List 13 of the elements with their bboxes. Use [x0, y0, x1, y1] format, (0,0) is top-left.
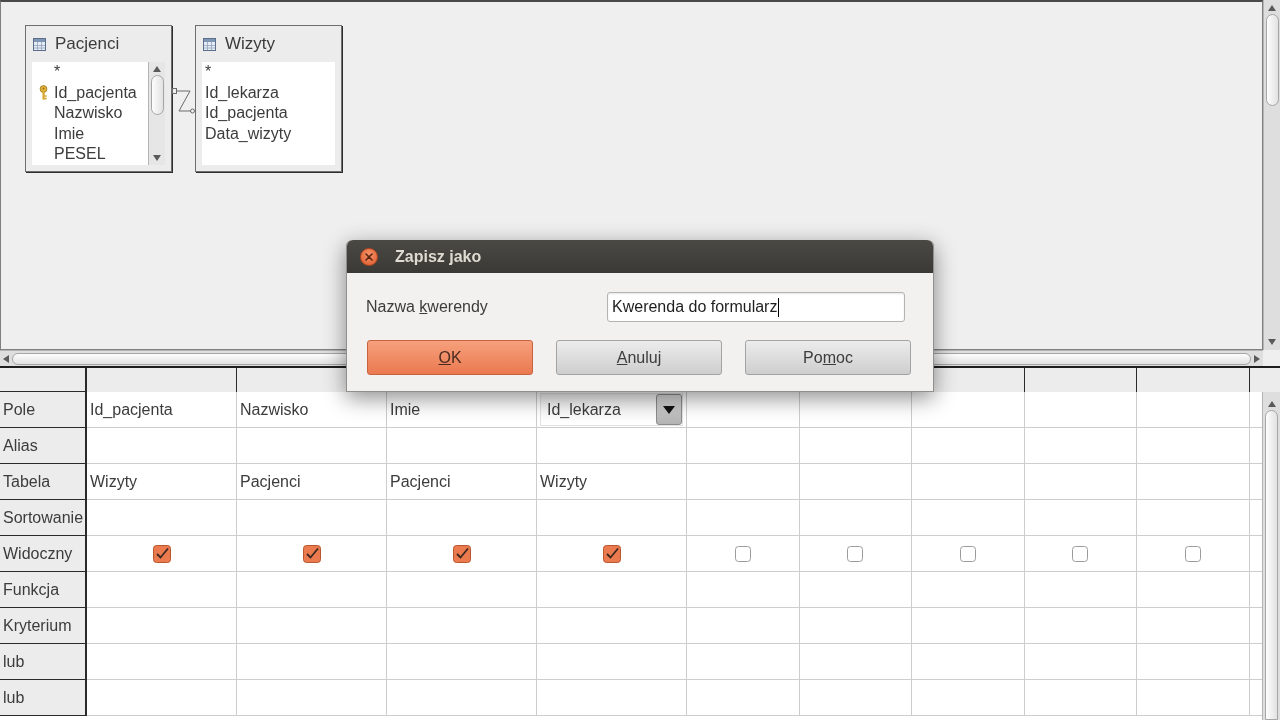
row-header: Tabela	[0, 464, 87, 500]
row-header: Pole	[0, 392, 87, 428]
dialog-title: Zapisz jako	[395, 247, 482, 266]
field-label: Nazwa kwerendy	[366, 298, 489, 316]
table-title: Wizyty	[225, 34, 276, 54]
row-header: Funkcja	[0, 572, 87, 608]
row-header: lub	[0, 644, 87, 680]
row-header: Kryterium	[0, 608, 87, 644]
row-header: lub	[0, 680, 87, 716]
row-header: Widoczny	[0, 536, 87, 572]
table-title: Pacjenci	[55, 34, 120, 54]
row-header: Alias	[0, 428, 87, 464]
row-header: Sortowanie	[0, 500, 87, 536]
